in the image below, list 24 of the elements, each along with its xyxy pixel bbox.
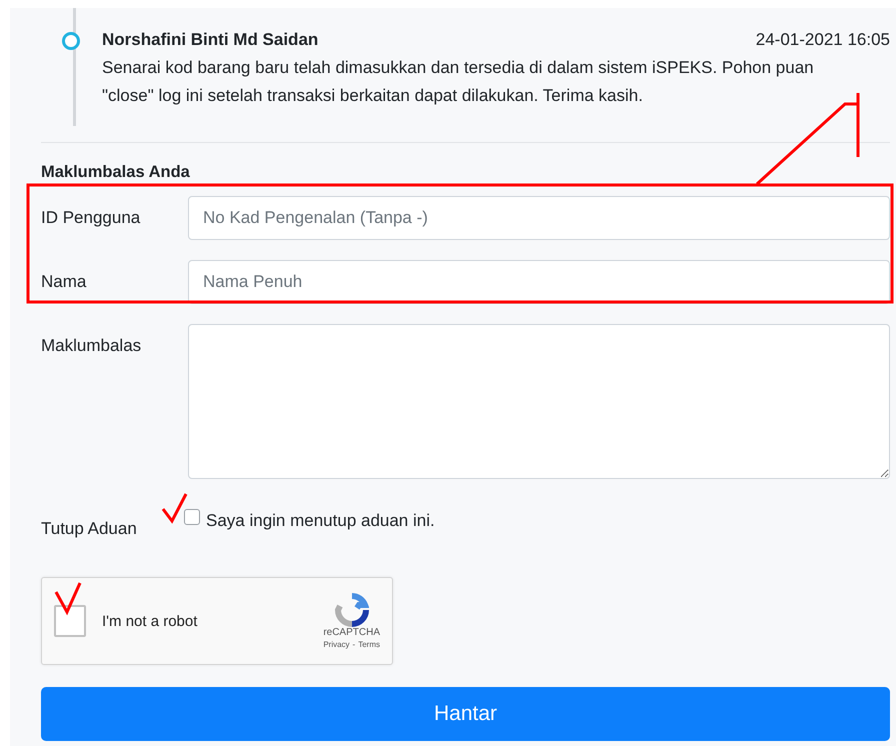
link-separator: - [352,640,356,649]
captcha-label: I'm not a robot [102,612,198,630]
checkbox[interactable] [184,509,200,525]
checkbox-label: Saya ingin menutup aduan ini. [206,511,435,531]
captcha-checkbox[interactable] [54,605,86,637]
field-label: Tutup Aduan [41,519,138,539]
feedback-field[interactable] [188,324,890,479]
field-label: Nama [41,271,88,292]
timeline-dot-icon [62,32,80,50]
input-field[interactable]: No Kad Pengenalan (Tanpa -) [188,196,890,240]
field-label: ID Pengguna [41,207,142,228]
field-label: Maklumbalas [41,335,142,356]
tick-mark [54,582,82,616]
tick-mark [162,493,188,524]
submit-button[interactable]: Hantar [41,687,890,741]
section-heading: Maklumbalas Anda [41,163,191,182]
timestamp: 24-01-2021 16:05 [756,30,890,50]
recaptcha-brand: reCAPTCHA [323,627,380,638]
recaptcha-logo-icon [334,593,369,627]
input-field[interactable]: Nama Penuh [188,260,890,304]
author-name: Norshafini Binti Md Saidan [102,30,318,50]
message-text: Senarai kod barang baru telah dimasukkan dan tersedia di dalam sistem iSPEKS. Pohon puan "close" log ini setelah transaksi berkaitan dapat dilakukan. Terima kasih. [102,57,815,107]
terms-link[interactable]: Terms [358,640,380,649]
privacy-link[interactable]: Privacy [323,640,350,649]
